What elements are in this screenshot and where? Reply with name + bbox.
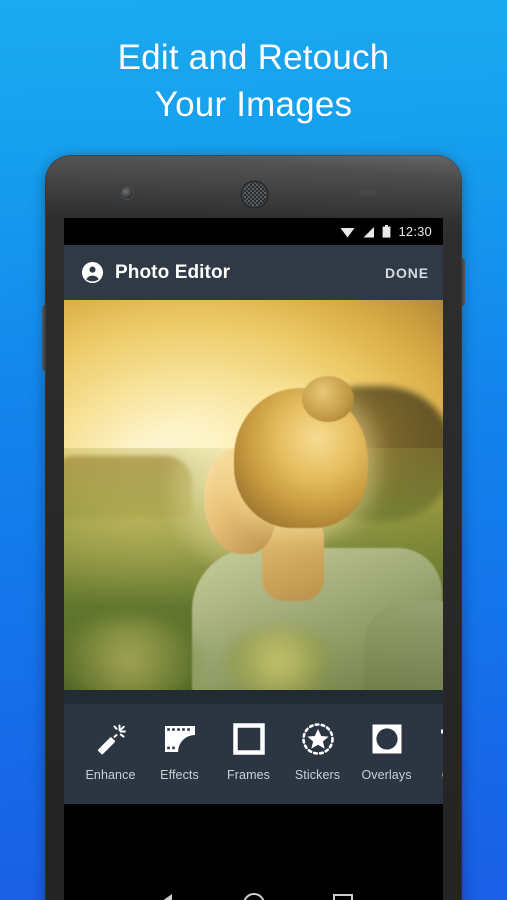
home-circle-icon[interactable] [233, 883, 275, 900]
phone-mockup: 12:30 Photo Editor DONE Enhance Effects … [42, 155, 465, 900]
circle-overlay-icon [371, 717, 403, 761]
tool-overlays[interactable]: Overlays [352, 717, 421, 782]
photo-vignette [64, 300, 443, 690]
promo-screenshot: Edit and Retouch Your Images 12:30 Photo… [0, 0, 507, 900]
tool-crop[interactable]: Crop [421, 717, 443, 782]
tool-label: Enhance [85, 768, 136, 782]
speaker-icon [243, 183, 266, 206]
status-clock: 12:30 [398, 224, 432, 239]
photo-divider [64, 690, 443, 704]
film-strip-icon [163, 717, 197, 761]
recents-square-icon[interactable] [322, 883, 364, 900]
cell-signal-icon [363, 226, 375, 237]
tool-enhance[interactable]: Enhance [76, 717, 145, 782]
app-bar: Photo Editor DONE [64, 245, 443, 300]
android-nav-bar [64, 880, 443, 900]
star-sticker-icon [301, 717, 335, 761]
photo-canvas[interactable] [64, 300, 443, 690]
editing-toolbar: Enhance Effects Frames Stickers Overlays [64, 704, 443, 804]
wifi-icon [340, 227, 355, 237]
tool-frames[interactable]: Frames [214, 717, 283, 782]
proximity-sensor [360, 191, 376, 197]
promo-headline: Edit and Retouch Your Images [0, 34, 507, 128]
done-button[interactable]: DONE [385, 265, 429, 281]
tool-label: Overlays [361, 768, 412, 782]
crop-icon [440, 717, 443, 761]
back-triangle-icon[interactable] [144, 883, 186, 900]
headline-line-2: Your Images [154, 85, 353, 124]
tool-label: Frames [227, 768, 270, 782]
frame-square-icon [232, 717, 265, 761]
account-circle-icon[interactable] [81, 261, 104, 284]
volume-rocker[interactable] [42, 305, 46, 371]
power-button[interactable] [461, 258, 465, 306]
camera-icon [122, 188, 133, 199]
headline-line-1: Edit and Retouch [117, 38, 390, 77]
status-bar: 12:30 [64, 218, 443, 245]
status-icons [340, 225, 391, 238]
magic-wand-icon [94, 717, 128, 761]
tool-label: Stickers [294, 768, 341, 782]
tool-label: Crop [442, 768, 443, 782]
tool-list: Enhance Effects Frames Stickers Overlays [64, 704, 443, 782]
tool-stickers[interactable]: Stickers [283, 717, 352, 782]
tool-effects[interactable]: Effects [145, 717, 214, 782]
phone-screen: 12:30 Photo Editor DONE Enhance Effects … [64, 218, 443, 900]
battery-icon [383, 225, 391, 238]
page-title: Photo Editor [115, 261, 231, 283]
tool-label: Effects [160, 768, 199, 782]
